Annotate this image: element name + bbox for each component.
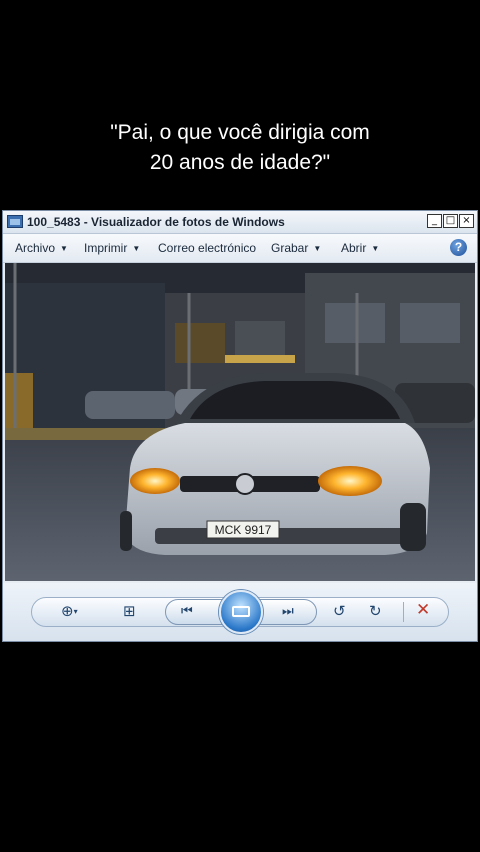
rotate-cw-icon[interactable]: ↻ xyxy=(369,602,382,620)
window-title: 100_5483 - Visualizador de fotos de Wind… xyxy=(27,215,285,229)
fit-window-icon[interactable]: ⊞ xyxy=(123,602,136,620)
delete-icon[interactable]: ✕ xyxy=(416,600,430,620)
menu-correo-label: Correo electrónico xyxy=(158,241,257,255)
slideshow-icon[interactable] xyxy=(219,590,263,634)
app-icon xyxy=(7,215,23,228)
title-bar[interactable]: 100_5483 - Visualizador de fotos de Wind… xyxy=(3,211,477,234)
caption-line-1: "Pai, o que você dirigia com xyxy=(110,121,370,144)
close-button[interactable]: × xyxy=(459,214,474,228)
menu-grabar[interactable]: Grabar ▼ xyxy=(271,241,321,255)
menu-imprimir[interactable]: Imprimir ▼ xyxy=(84,241,140,255)
chevron-down-icon: ▼ xyxy=(313,244,322,253)
maximize-button[interactable]: □ xyxy=(443,214,458,228)
menu-correo[interactable]: Correo electrónico xyxy=(158,241,256,255)
car-photo: MCK 9917 xyxy=(5,263,475,581)
license-plate: MCK 9917 xyxy=(215,523,272,537)
help-icon[interactable]: ? xyxy=(450,239,467,256)
chevron-down-icon: ▼ xyxy=(371,244,380,253)
menu-bar: Archivo ▼ Imprimir ▼ Correo electrónico Gr… xyxy=(3,234,477,263)
menu-archivo[interactable]: Archivo ▼ xyxy=(15,241,68,255)
chevron-down-icon: ▼ xyxy=(60,244,68,253)
menu-archivo-label: Archivo xyxy=(15,241,56,255)
photo-display: MCK 9917 xyxy=(5,263,475,581)
menu-abrir[interactable]: Abrir ▼ xyxy=(341,241,379,255)
viewer-toolbar: ⊕▾ ⊞ ⏮ ⏭ ↺ ↻ ✕ xyxy=(3,583,477,641)
caption-line-2: 20 anos de idade?" xyxy=(149,151,331,174)
menu-abrir-label: Abrir xyxy=(341,241,367,255)
window-controls: _ □ × xyxy=(427,214,474,228)
toolbar-separator xyxy=(403,602,404,622)
rotate-ccw-icon[interactable]: ↺ xyxy=(333,602,346,620)
chevron-down-icon: ▼ xyxy=(132,244,141,253)
video-caption: "Pai, o que você dirigia com 20 anos de … xyxy=(0,118,480,178)
menu-grabar-label: Grabar xyxy=(271,241,309,255)
next-icon[interactable]: ⏭ xyxy=(282,604,294,619)
photo-viewer-window: 100_5483 - Visualizador de fotos de Wind… xyxy=(2,210,478,642)
minimize-button[interactable]: _ xyxy=(427,214,442,228)
menu-imprimir-label: Imprimir xyxy=(84,241,128,255)
zoom-icon[interactable]: ⊕▾ xyxy=(61,602,78,620)
previous-icon[interactable]: ⏮ xyxy=(181,604,193,619)
